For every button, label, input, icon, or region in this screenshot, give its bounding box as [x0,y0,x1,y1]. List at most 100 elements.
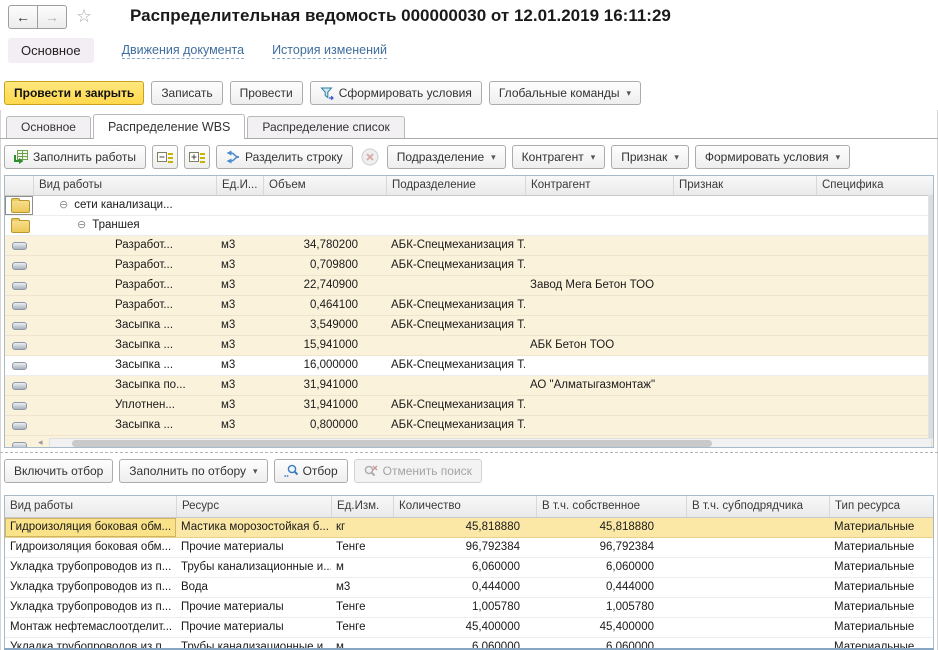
cell-work[interactable]: Гидроизоляция боковая обм... [5,518,176,537]
cell-resource[interactable]: Мастика морозостойкая б... [176,518,331,537]
cell-counterparty[interactable] [525,316,673,335]
table-row[interactable]: Укладка трубопроводов из п... Вода м3 0,… [5,578,933,598]
cell-volume[interactable]: 3,549000 [263,316,386,335]
cell-attribute[interactable] [673,336,816,355]
cell-unit[interactable]: кг [331,518,393,537]
cell-unit[interactable]: м3 [216,356,263,375]
cell-resource-type[interactable]: Материальные [829,618,933,637]
row-icon-cell[interactable] [5,196,33,215]
favorite-star-icon[interactable]: ☆ [76,6,92,27]
table-row[interactable]: Засыпка по... м3 31,941000 АО "Алматыгаз… [5,376,933,396]
link-document-movements[interactable]: Движения документа [122,43,244,59]
row-icon-cell[interactable] [5,356,33,375]
column-header-department[interactable]: Подразделение [386,176,525,195]
cell-resource[interactable]: Трубы канализационные и... [176,638,331,650]
row-icon-cell[interactable] [5,376,33,395]
cell-volume[interactable]: 16,000000 [263,356,386,375]
cell-subcontractor[interactable] [686,518,829,537]
cell-quantity[interactable]: 96,792384 [393,538,536,557]
column-header-unit[interactable]: Ед.Изм. [331,496,393,517]
attribute-menu-button[interactable]: Признак▾ [611,145,689,169]
table-row[interactable]: Разработ... м3 0,709800 АБК-Спецмеханиза… [5,256,933,276]
table-row-group[interactable]: ⊖сети канализаци... [5,196,933,216]
cell-unit[interactable]: м3 [216,236,263,255]
cell-subcontractor[interactable] [686,578,829,597]
global-commands-button[interactable]: Глобальные команды▾ [489,81,641,105]
cell-subcontractor[interactable] [686,618,829,637]
table-row[interactable]: Укладка трубопроводов из п... Трубы кана… [5,638,933,650]
cell-unit[interactable]: Тенге [331,598,393,617]
cell-resource[interactable]: Прочие материалы [176,598,331,617]
cell-work[interactable]: Гидроизоляция боковая обм... [5,538,176,557]
cell-volume[interactable]: 15,941000 [263,336,386,355]
cell-unit[interactable]: м3 [216,296,263,315]
row-icon-cell[interactable] [5,336,33,355]
cell-own[interactable]: 0,444000 [536,578,686,597]
cell-counterparty[interactable]: АО "Алматыгазмонтаж" [525,376,673,395]
scroll-left-arrow-icon[interactable]: ◂ [38,437,43,448]
cell-subcontractor[interactable] [686,598,829,617]
enable-filter-button[interactable]: Включить отбор [4,459,113,483]
column-header-spec[interactable]: Специфика [816,176,933,195]
cell-spec[interactable] [816,256,933,275]
cell-unit[interactable]: м3 [216,396,263,415]
table-row[interactable]: Разработ... м3 34,780200 АБК-Спецмеханиз… [5,236,933,256]
hub-tab-main[interactable]: Основное [8,38,94,63]
cell-spec[interactable] [816,336,933,355]
cell-work[interactable]: Засыпка ... [33,416,216,435]
cell-volume[interactable]: 0,800000 [263,416,386,435]
cell-department[interactable] [386,276,525,295]
cell-work[interactable]: Укладка трубопроводов из п... [5,558,176,577]
cell-spec[interactable] [816,356,933,375]
cell-resource-type[interactable]: Материальные [829,518,933,537]
filter-button[interactable]: Отбор [274,459,348,483]
column-header-unit[interactable]: Ед.И... [216,176,263,195]
cell-work[interactable]: Укладка трубопроводов из п... [5,598,176,617]
collapse-node-icon[interactable]: ⊖ [59,199,68,211]
cell-attribute[interactable] [673,296,816,315]
table-row[interactable]: Укладка трубопроводов из п... Трубы кана… [5,558,933,578]
cell-work[interactable]: Засыпка по... [33,376,216,395]
row-icon-cell[interactable] [5,436,33,448]
cell-subcontractor[interactable] [686,638,829,650]
cell-work[interactable]: Укладка трубопроводов из п... [5,638,176,650]
cell-spec[interactable] [816,376,933,395]
column-header-attribute[interactable]: Признак [673,176,816,195]
cell-spec[interactable] [816,276,933,295]
cell-spec[interactable] [816,396,933,415]
form-conditions-button[interactable]: Сформировать условия [310,81,482,105]
cell-department[interactable]: АБК-Спецмеханизация Т... [386,356,525,375]
cell-department[interactable] [386,376,525,395]
cell-quantity[interactable]: 6,060000 [393,638,536,650]
table-row[interactable]: Укладка трубопроводов из п... Прочие мат… [5,598,933,618]
cell-work[interactable]: Монтаж нефтемаслоотделит... [5,618,176,637]
cell-counterparty[interactable] [525,356,673,375]
cell-own[interactable]: 1,005780 [536,598,686,617]
column-header-quantity[interactable]: Количество [393,496,536,517]
cell-own[interactable]: 6,060000 [536,558,686,577]
cell-attribute[interactable] [673,256,816,275]
table-row[interactable]: Засыпка ... м3 3,549000 АБК-Спецмеханиза… [5,316,933,336]
cell-resource-type[interactable]: Материальные [829,538,933,557]
table-row[interactable]: Засыпка ... м3 16,000000 АБК-Спецмеханиз… [5,356,933,376]
table-row[interactable]: Разработ... м3 0,464100 АБК-Спецмеханиза… [5,296,933,316]
cell-unit[interactable]: м3 [216,336,263,355]
cell-counterparty[interactable] [525,236,673,255]
cell-work[interactable]: Засыпка ... [33,356,216,375]
cell-subcontractor[interactable] [686,558,829,577]
cell-counterparty[interactable] [525,296,673,315]
fill-works-button[interactable]: Заполнить работы [4,145,146,169]
tab-main[interactable]: Основное [6,116,91,138]
row-icon-cell[interactable] [5,416,33,435]
cell-unit[interactable]: м3 [216,256,263,275]
cell-volume[interactable]: 0,464100 [263,296,386,315]
row-icon-cell[interactable] [5,316,33,335]
cancel-search-button[interactable]: Отменить поиск [354,459,482,483]
cell-resource-type[interactable]: Материальные [829,578,933,597]
vertical-scrollbar-thumb[interactable] [929,195,933,438]
cell-resource-type[interactable]: Материальные [829,638,933,650]
table-row-selected[interactable]: Гидроизоляция боковая обм... Мастика мор… [5,518,933,538]
group-cell[interactable]: ⊖сети канализаци... [33,196,933,215]
cell-work[interactable]: Разработ... [33,296,216,315]
cell-unit[interactable]: м [331,558,393,577]
